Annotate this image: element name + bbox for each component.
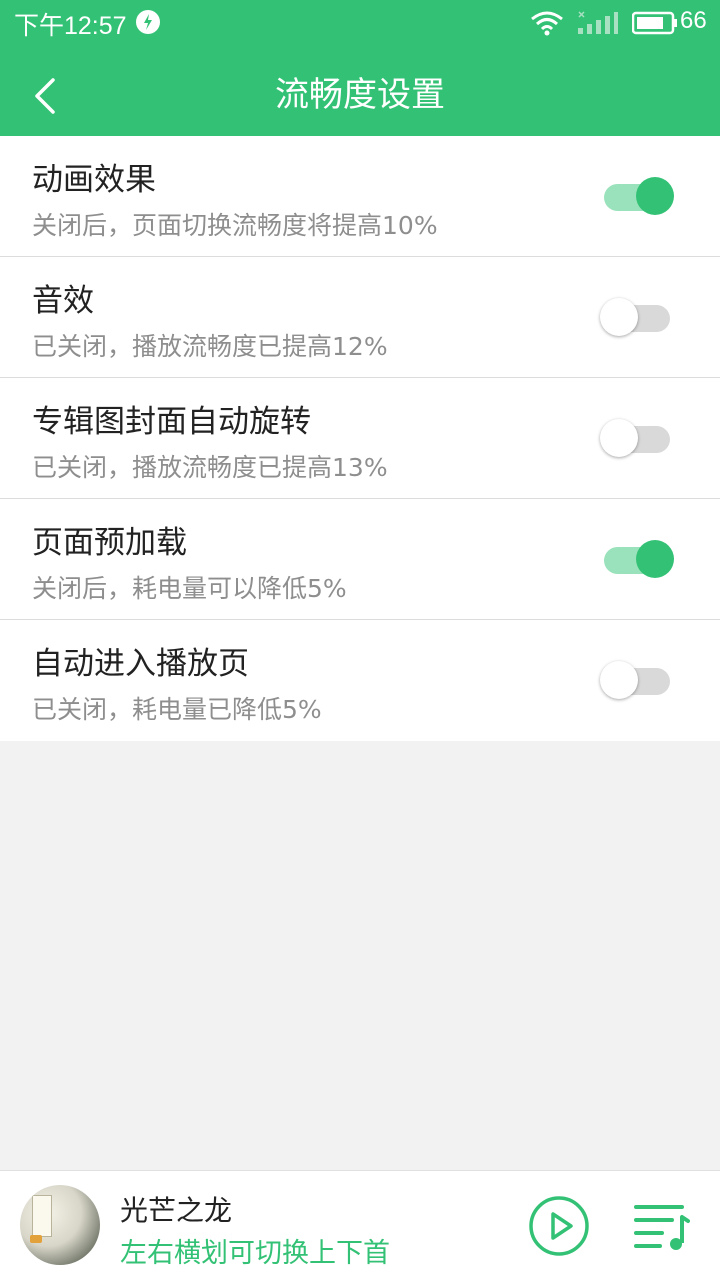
setting-subtitle: 已关闭，播放流畅度已提高12% bbox=[32, 332, 388, 361]
signal-icon bbox=[578, 11, 618, 34]
wifi-icon bbox=[531, 11, 563, 36]
page-title: 流畅度设置 bbox=[275, 75, 445, 115]
status-time: 下午12:57 bbox=[14, 12, 127, 40]
setting-row-sound-effects: 音效 已关闭，播放流畅度已提高12% bbox=[0, 257, 720, 378]
setting-row-animation: 动画效果 关闭后，页面切换流畅度将提高10% bbox=[0, 136, 720, 257]
album-art-detail bbox=[30, 1235, 42, 1243]
album-art[interactable] bbox=[20, 1185, 100, 1265]
status-bar: 下午12:57 66 bbox=[0, 0, 720, 46]
play-circle-icon[interactable] bbox=[528, 1195, 590, 1257]
setting-subtitle: 已关闭，播放流畅度已提高13% bbox=[32, 453, 388, 482]
preload-toggle[interactable] bbox=[600, 540, 674, 578]
app-header: 下午12:57 66 流畅度设置 bbox=[0, 0, 720, 136]
song-title: 光芒之龙 bbox=[120, 1194, 233, 1227]
album-art-detail bbox=[32, 1195, 52, 1237]
auto-player-toggle[interactable] bbox=[600, 661, 674, 699]
battery-icon bbox=[632, 11, 677, 35]
settings-list: 动画效果 关闭后，页面切换流畅度将提高10% 音效 已关闭，播放流畅度已提高12… bbox=[0, 136, 720, 741]
toggle-knob bbox=[636, 540, 674, 578]
setting-subtitle: 关闭后，耗电量可以降低5% bbox=[32, 574, 347, 603]
setting-title: 页面预加载 bbox=[32, 525, 187, 561]
toggle-knob bbox=[636, 177, 674, 215]
mini-player[interactable]: 光芒之龙 左右横划可切换上下首 bbox=[0, 1170, 720, 1281]
setting-subtitle: 已关闭，耗电量已降低5% bbox=[32, 695, 322, 724]
toggle-knob bbox=[600, 419, 638, 457]
toggle-knob bbox=[600, 661, 638, 699]
playlist-music-icon[interactable] bbox=[634, 1201, 690, 1253]
toggle-knob bbox=[600, 298, 638, 336]
setting-row-album-rotate: 专辑图封面自动旋转 已关闭，播放流畅度已提高13% bbox=[0, 378, 720, 499]
setting-title: 自动进入播放页 bbox=[32, 646, 249, 682]
album-rotate-toggle[interactable] bbox=[600, 419, 674, 457]
setting-row-auto-player: 自动进入播放页 已关闭，耗电量已降低5% bbox=[0, 620, 720, 741]
setting-row-preload: 页面预加载 关闭后，耗电量可以降低5% bbox=[0, 499, 720, 620]
app-notification-icon bbox=[136, 10, 160, 34]
battery-level: 66 bbox=[680, 7, 707, 34]
sound-effects-toggle[interactable] bbox=[600, 298, 674, 336]
setting-title: 音效 bbox=[32, 283, 94, 319]
setting-subtitle: 关闭后，页面切换流畅度将提高10% bbox=[32, 211, 438, 240]
setting-title: 动画效果 bbox=[32, 162, 156, 198]
setting-title: 专辑图封面自动旋转 bbox=[32, 404, 311, 440]
swipe-hint: 左右横划可切换上下首 bbox=[120, 1238, 390, 1269]
animation-toggle[interactable] bbox=[600, 177, 674, 215]
